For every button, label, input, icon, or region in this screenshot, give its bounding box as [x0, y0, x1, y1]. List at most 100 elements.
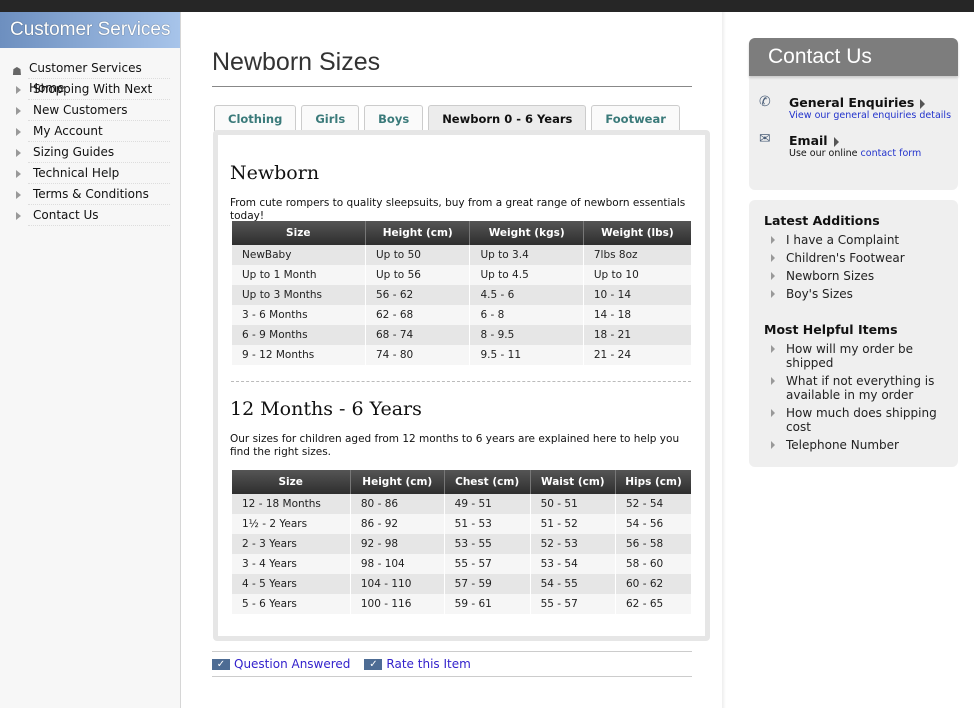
home-icon: ☗ [12, 65, 22, 78]
list-item[interactable]: Children's Footwear [771, 251, 941, 265]
table-cell: 52 - 53 [529, 534, 616, 554]
table-row: 9 - 12 Months 74 - 80 9.5 - 11 21 - 24 [231, 345, 691, 365]
table-cell: 68 - 74 [364, 325, 470, 345]
list-item[interactable]: Newborn Sizes [771, 269, 941, 283]
contact-form-link[interactable]: contact form [861, 148, 922, 159]
section-heading-newborn: Newborn [230, 162, 320, 184]
rate-item-link[interactable]: ✓ Rate this Item [364, 657, 471, 671]
table-row: NewBaby Up to 50 Up to 3.4 7lbs 8oz [231, 245, 691, 265]
section-description: From cute rompers to quality sleepsuits,… [230, 197, 686, 222]
table-cell: NewBaby [231, 245, 366, 265]
table-cell: 9.5 - 11 [469, 345, 584, 365]
arrow-right-icon [771, 409, 775, 417]
tab-newborn[interactable]: Newborn 0 - 6 Years [428, 105, 587, 131]
link-label: Question Answered [234, 657, 351, 671]
list-item[interactable]: I have a Complaint [771, 233, 941, 247]
table-cell: 3 - 6 Months [231, 305, 366, 325]
table-cell: 49 - 51 [443, 494, 531, 514]
table-cell: 4.5 - 6 [469, 285, 584, 305]
sidebar-title: Customer Services [0, 12, 180, 48]
list-item[interactable]: What if not everything is available in m… [771, 374, 941, 402]
table-header-row: Size Height (cm) Chest (cm) Waist (cm) Hips … [231, 470, 691, 494]
sidebar-item-my-account[interactable]: My Account [16, 121, 170, 142]
table-cell: 12 - 18 Months [231, 494, 351, 514]
table-cell: 51 - 53 [443, 514, 531, 534]
table-cell: 53 - 54 [529, 554, 616, 574]
table-cell: Up to 56 [364, 265, 470, 285]
page-title: Newborn Sizes [212, 48, 381, 76]
sidebar-item-new-customers[interactable]: New Customers [16, 100, 170, 121]
table-cell: 6 - 8 [469, 305, 584, 325]
sidebar-item-shopping[interactable]: Shopping With Next [16, 79, 170, 100]
general-enquiries-details-link[interactable]: View our general enquiries details [789, 110, 951, 121]
sidebar-item-label: New Customers [33, 103, 128, 117]
column-header: Chest (cm) [443, 470, 531, 494]
tab-clothing[interactable]: Clothing [214, 105, 297, 131]
general-enquiries-link[interactable]: General Enquiries [789, 95, 926, 110]
table-cell: 52 - 54 [615, 494, 691, 514]
table-cell: 92 - 98 [349, 534, 445, 554]
table-cell: Up to 4.5 [469, 265, 584, 285]
link-label: Email [789, 133, 828, 148]
tab-boys[interactable]: Boys [364, 105, 424, 131]
table-cell: Up to 10 [582, 265, 691, 285]
checkbox-icon: ✓ [212, 658, 230, 670]
table-cell: 74 - 80 [364, 345, 470, 365]
arrow-right-icon [16, 170, 21, 178]
table-row: 6 - 9 Months 68 - 74 8 - 9.5 18 - 21 [231, 325, 691, 345]
dashed-divider [231, 381, 691, 382]
latest-additions-heading: Latest Additions [764, 213, 880, 228]
sidebar-item-label: My Account [33, 124, 103, 138]
table-cell: Up to 3.4 [469, 245, 584, 265]
list-item[interactable]: How will my order be shipped [771, 342, 941, 370]
table-cell: 60 - 62 [615, 574, 691, 594]
question-answered-link[interactable]: ✓ Question Answered [212, 657, 350, 671]
table-cell: 8 - 9.5 [469, 325, 584, 345]
arrow-right-icon [771, 377, 775, 385]
sidebar: Customer Services ☗ Customer Services Hom… [0, 12, 181, 708]
table-row: 2 - 3 Years 92 - 98 53 - 55 52 - 53 56 - 58 [231, 534, 691, 554]
list-item[interactable]: How much does shipping cost [771, 406, 941, 434]
sidebar-item-contact[interactable]: Contact Us [16, 205, 170, 226]
column-header: Weight (kgs) [469, 221, 584, 245]
item-label: How will my order be shipped [786, 342, 914, 370]
list-item[interactable]: Boy's Sizes [771, 287, 941, 301]
divider [212, 86, 692, 87]
column-header: Size [231, 221, 366, 245]
tab-footwear[interactable]: Footwear [591, 105, 680, 131]
sidebar-item-sizing-guides[interactable]: Sizing Guides [16, 142, 170, 163]
table-cell: Up to 50 [364, 245, 470, 265]
table-cell: Up to 1 Month [231, 265, 366, 285]
table-row: 1½ - 2 Years 86 - 92 51 - 53 51 - 52 54 - 56 [231, 514, 691, 534]
table-row: Up to 3 Months 56 - 62 4.5 - 6 10 - 14 [231, 285, 691, 305]
arrow-right-icon [771, 254, 775, 262]
arrow-right-icon [16, 149, 21, 157]
most-helpful-heading: Most Helpful Items [764, 322, 898, 337]
list-item[interactable]: Telephone Number [771, 438, 941, 452]
most-helpful-list: How will my order be shipped What if not… [771, 342, 941, 456]
sidebar-item-technical-help[interactable]: Technical Help [16, 163, 170, 184]
sidebar-item-label: Contact Us [33, 208, 99, 222]
arrow-right-icon [771, 345, 775, 353]
link-label: General Enquiries [789, 95, 915, 110]
table-row: 3 - 4 Years 98 - 104 55 - 57 53 - 54 58 - 60 [231, 554, 691, 574]
arrow-right-icon [16, 86, 21, 94]
table-cell: 2 - 3 Years [231, 534, 351, 554]
table-cell: 3 - 4 Years [231, 554, 351, 574]
table-row: 4 - 5 Years 104 - 110 57 - 59 54 - 55 60 - 6… [231, 574, 691, 594]
latest-additions-list: I have a Complaint Children's Footwear N… [771, 233, 941, 305]
tab-panel: Newborn From cute rompers to quality sle… [213, 130, 710, 641]
tab-girls[interactable]: Girls [301, 105, 360, 131]
table-cell: 53 - 55 [443, 534, 531, 554]
sidebar-item-terms[interactable]: Terms & Conditions [16, 184, 170, 205]
table-cell: 62 - 68 [364, 305, 470, 325]
email-link[interactable]: Email [789, 133, 839, 148]
table-cell: 6 - 9 Months [231, 325, 366, 345]
table-row: 5 - 6 Years 100 - 116 59 - 61 55 - 57 62 - 6… [231, 594, 691, 614]
table-cell: 10 - 14 [582, 285, 691, 305]
sidebar-item-home[interactable]: ☗ Customer Services Home [12, 58, 170, 95]
table-cell: 54 - 55 [529, 574, 616, 594]
item-label: Children's Footwear [786, 251, 905, 265]
links-box: Latest Additions I have a Complaint Chil… [749, 200, 958, 467]
arrow-right-icon [920, 98, 926, 109]
